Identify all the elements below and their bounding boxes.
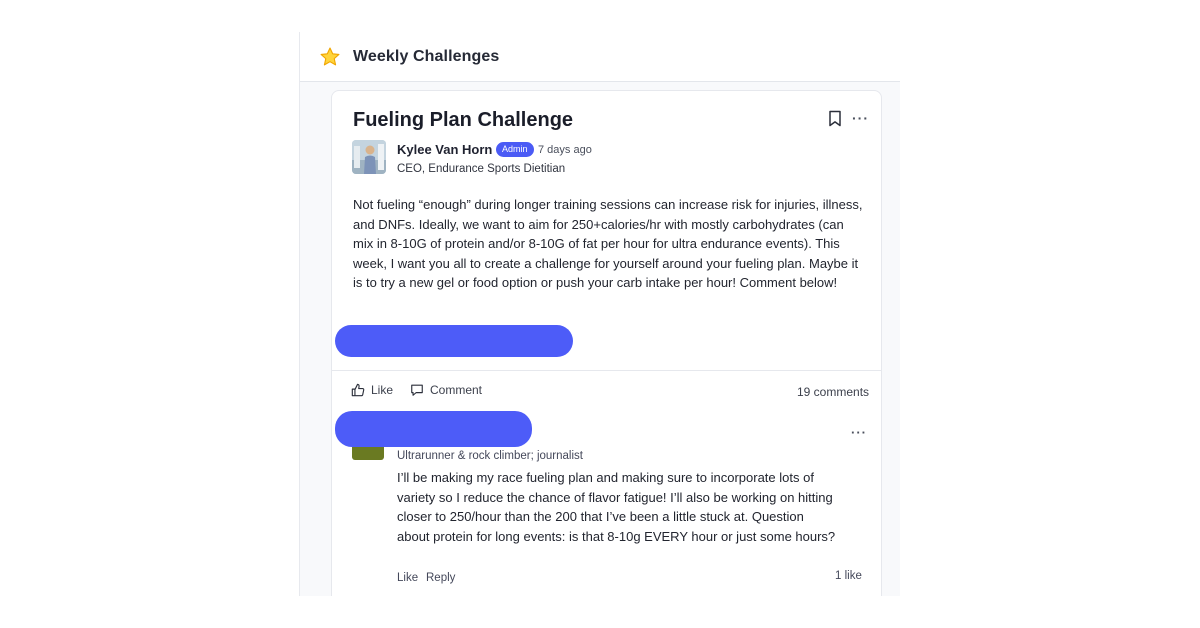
comment-like-button[interactable]: Like bbox=[397, 572, 418, 584]
redaction-block bbox=[335, 411, 532, 447]
comment-more-options-icon[interactable]: ··· bbox=[851, 425, 867, 440]
panel-title: Weekly Challenges bbox=[353, 47, 500, 65]
more-options-icon[interactable]: ··· bbox=[852, 109, 868, 127]
bookmark-icon[interactable] bbox=[828, 110, 842, 127]
panel-header: Weekly Challenges bbox=[300, 32, 900, 82]
redaction-block bbox=[335, 325, 573, 357]
comment-icon bbox=[411, 384, 423, 396]
post-timestamp: 7 days ago bbox=[538, 144, 592, 156]
author-role: CEO, Endurance Sports Dietitian bbox=[397, 163, 566, 175]
like-label: Like bbox=[371, 383, 394, 397]
like-button[interactable]: Like bbox=[351, 383, 393, 397]
commenter-role: Ultrarunner & rock climber; journalist bbox=[397, 450, 583, 462]
admin-badge: Admin bbox=[496, 142, 534, 157]
comment-likes-count: 1 like bbox=[835, 570, 862, 582]
comment-reply-button[interactable]: Reply bbox=[426, 572, 455, 584]
comment-label: Comment bbox=[430, 383, 483, 397]
thumbs-up-icon bbox=[351, 383, 365, 397]
comment-body: I’ll be making my race fueling plan and … bbox=[397, 470, 836, 544]
comment-button[interactable]: Comment bbox=[410, 383, 482, 397]
weekly-challenges-panel: Weekly Challenges Fueling Plan Challenge… bbox=[299, 32, 900, 596]
author-avatar[interactable] bbox=[352, 140, 386, 174]
author-name[interactable]: Kylee Van Horn bbox=[397, 142, 492, 157]
comments-count[interactable]: 19 comments bbox=[797, 385, 869, 399]
post-title: Fueling Plan Challenge bbox=[353, 109, 574, 131]
post-card: Fueling Plan Challenge ··· Kylee Van Hor… bbox=[331, 90, 882, 596]
star-icon bbox=[320, 46, 340, 65]
divider bbox=[332, 370, 881, 371]
post-body: Not fueling “enough” during longer train… bbox=[353, 197, 863, 290]
